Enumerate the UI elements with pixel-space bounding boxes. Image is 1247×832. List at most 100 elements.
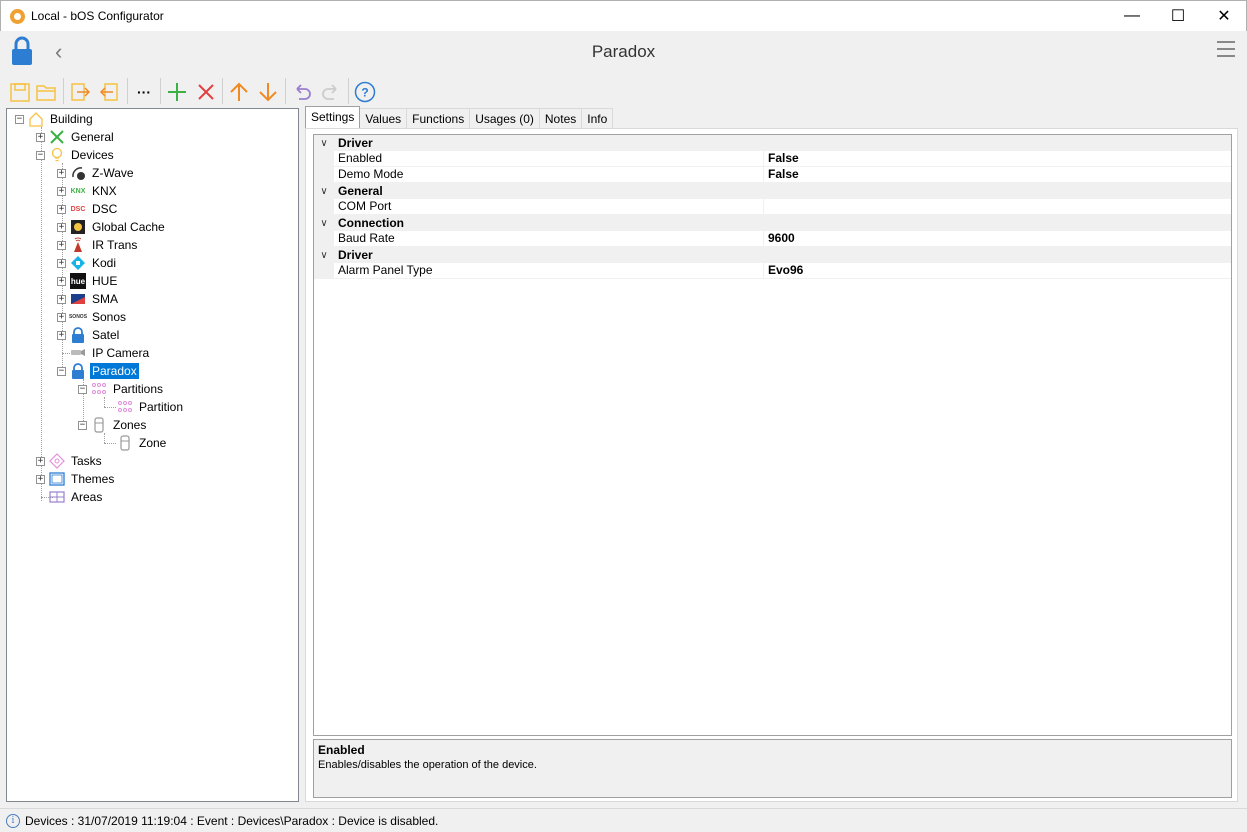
tree-item-devices[interactable]: − Devices — [36, 146, 116, 164]
chevron-down-icon[interactable]: ∨ — [314, 218, 334, 229]
tab-settings[interactable]: Settings — [305, 106, 361, 128]
tree-item-general[interactable]: + General — [36, 128, 116, 146]
tab-info[interactable]: Info — [581, 108, 614, 128]
app-header: ‹ Paradox — [0, 31, 1247, 72]
category-driver-2[interactable]: ∨ Driver — [314, 247, 1231, 263]
tree-item-paradox[interactable]: − Paradox — [57, 362, 139, 380]
tree-item-ir-trans[interactable]: + IR Trans — [57, 236, 139, 254]
collapse-icon[interactable]: − — [78, 384, 87, 394]
export-icon[interactable] — [68, 80, 92, 104]
tree-item-zwave[interactable]: + Z-Wave — [57, 164, 136, 182]
partitions-icon — [91, 381, 107, 397]
collapse-icon[interactable]: − — [57, 366, 66, 376]
tree-item-partitions[interactable]: − Partitions — [78, 380, 165, 398]
property-demo-mode[interactable]: Demo Mode False — [314, 167, 1231, 183]
move-up-icon[interactable] — [227, 80, 251, 104]
hamburger-icon[interactable] — [1217, 41, 1235, 59]
expand-icon[interactable]: + — [57, 276, 66, 286]
description-title: Enabled — [318, 743, 365, 757]
expand-icon[interactable]: + — [57, 294, 66, 304]
tree-item-dsc[interactable]: + DSC DSC — [57, 200, 119, 218]
tree-item-tasks[interactable]: + Tasks — [36, 452, 104, 470]
page-title: Paradox — [591, 42, 656, 61]
knx-icon: KNX — [70, 187, 86, 195]
zone-sensor-icon — [117, 435, 133, 451]
import-icon[interactable] — [97, 80, 121, 104]
chevron-down-icon[interactable]: ∨ — [314, 250, 334, 261]
tree-item-partition[interactable]: Partition — [117, 398, 185, 416]
expand-icon[interactable]: + — [57, 312, 66, 322]
tab-functions[interactable]: Functions — [406, 108, 471, 128]
delete-icon[interactable] — [194, 80, 218, 104]
status-bar: i Devices : 31/07/2019 11:19:04 : Event … — [0, 808, 1247, 832]
info-icon: i — [6, 813, 20, 828]
chevron-down-icon[interactable]: ∨ — [314, 186, 334, 197]
tree-item-building[interactable]: − Building — [15, 110, 95, 128]
expand-icon[interactable]: + — [57, 186, 66, 196]
tree-item-global-cache[interactable]: + Global Cache — [57, 218, 167, 236]
tab-values[interactable]: Values — [359, 108, 408, 128]
category-connection[interactable]: ∨ Connection — [314, 215, 1231, 231]
property-description: Enabled Enables/disables the operation o… — [313, 739, 1232, 798]
device-tree[interactable]: − Building + General − Devices + Z-Wave … — [6, 108, 299, 802]
expand-icon[interactable]: + — [36, 456, 45, 466]
tree-item-themes[interactable]: + Themes — [36, 470, 116, 488]
expand-icon[interactable]: + — [57, 168, 66, 178]
property-grid[interactable]: ∨ Driver Enabled False Demo Mode False ∨… — [313, 134, 1232, 736]
toolbar: ··· ? — [0, 72, 1247, 108]
property-baud-rate[interactable]: Baud Rate 9600 — [314, 231, 1231, 247]
property-enabled[interactable]: Enabled False — [314, 151, 1231, 167]
open-folder-icon[interactable] — [34, 80, 58, 104]
expand-icon[interactable]: + — [57, 222, 66, 232]
tree-item-areas[interactable]: Areas — [49, 488, 104, 506]
tree-item-kodi[interactable]: + Kodi — [57, 254, 118, 272]
category-driver[interactable]: ∨ Driver — [314, 135, 1231, 151]
window-titlebar: Local - bOS Configurator — ☐ ✕ — [0, 0, 1247, 31]
expand-icon[interactable]: + — [57, 258, 66, 268]
maximize-button[interactable]: ☐ — [1155, 1, 1201, 31]
tree-item-sma[interactable]: + SMA — [57, 290, 120, 308]
expand-icon[interactable]: + — [57, 240, 66, 250]
svg-text:?: ? — [361, 86, 368, 100]
help-icon[interactable]: ? — [353, 80, 377, 104]
tree-item-zone[interactable]: Zone — [117, 434, 168, 452]
move-down-icon[interactable] — [256, 80, 280, 104]
redo-icon[interactable] — [319, 80, 343, 104]
expand-icon[interactable]: + — [57, 330, 66, 340]
category-general[interactable]: ∨ General — [314, 183, 1231, 199]
save-icon[interactable] — [8, 80, 32, 104]
collapse-icon[interactable]: − — [36, 150, 45, 160]
expand-icon[interactable]: + — [36, 474, 45, 484]
tab-notes[interactable]: Notes — [538, 108, 583, 128]
areas-icon — [49, 489, 65, 505]
collapse-icon[interactable]: − — [15, 114, 24, 124]
tree-item-sonos[interactable]: + SONOS Sonos — [57, 308, 128, 326]
global-cache-icon — [70, 219, 86, 235]
expand-icon[interactable]: + — [57, 204, 66, 214]
tree-item-satel[interactable]: + Satel — [57, 326, 121, 344]
tree-item-ip-camera[interactable]: IP Camera — [70, 344, 151, 362]
status-text: Devices : 31/07/2019 11:19:04 : Event : … — [25, 813, 439, 828]
themes-icon — [49, 471, 65, 487]
expand-icon[interactable]: + — [36, 132, 45, 142]
tree-item-knx[interactable]: + KNX KNX — [57, 182, 119, 200]
property-com-port[interactable]: COM Port — [314, 199, 1231, 215]
close-button[interactable]: ✕ — [1201, 1, 1247, 31]
undo-icon[interactable] — [290, 80, 314, 104]
partition-icon — [117, 399, 133, 415]
hue-icon: hue — [70, 273, 86, 289]
collapse-icon[interactable]: − — [78, 420, 87, 430]
tree-item-zones[interactable]: − Zones — [78, 416, 148, 434]
tools-icon — [49, 129, 65, 145]
sma-icon — [70, 291, 86, 307]
add-icon[interactable] — [165, 80, 189, 104]
property-alarm-panel-type[interactable]: Alarm Panel Type Evo96 — [314, 263, 1231, 279]
dsc-icon: DSC — [70, 205, 86, 213]
more-button[interactable]: ··· — [132, 80, 156, 104]
zone-sensor-icon — [91, 417, 107, 433]
tree-item-hue[interactable]: + hue HUE — [57, 272, 119, 290]
tab-usages[interactable]: Usages (0) — [469, 108, 540, 128]
chevron-down-icon[interactable]: ∨ — [314, 138, 334, 149]
lock-icon — [70, 327, 86, 343]
minimize-button[interactable]: — — [1109, 1, 1155, 31]
